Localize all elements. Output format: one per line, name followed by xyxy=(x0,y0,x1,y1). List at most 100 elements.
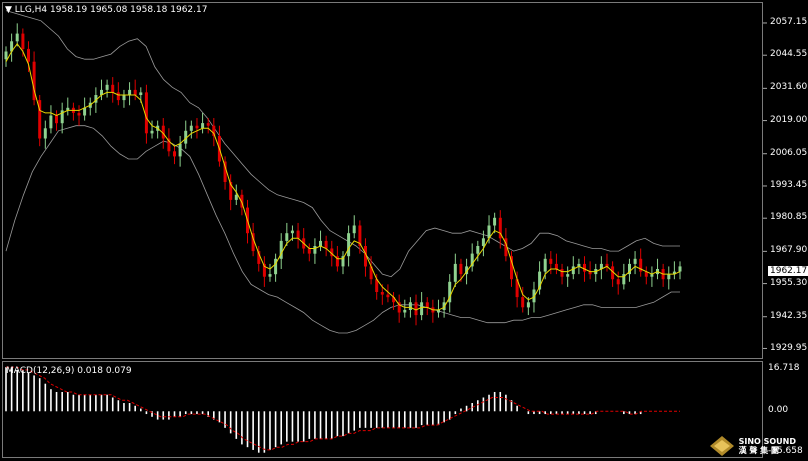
candle-body xyxy=(380,292,384,295)
candle-body xyxy=(116,92,120,101)
brand-logo: SINO SOUND 漢 聲 集 團 xyxy=(709,435,796,457)
candle-body xyxy=(403,309,407,313)
chart-canvas xyxy=(4,10,767,453)
candle-body xyxy=(493,217,497,226)
candle-body xyxy=(122,95,126,101)
price-tick-label: 2057.15 xyxy=(770,17,808,27)
upper-band-line xyxy=(5,10,680,278)
candle xyxy=(296,222,300,249)
candle xyxy=(302,228,306,254)
candle xyxy=(122,89,126,108)
candle xyxy=(105,79,109,98)
candle xyxy=(633,251,637,275)
candle xyxy=(313,238,317,264)
candle-body xyxy=(459,263,463,275)
candle xyxy=(369,256,373,285)
candle xyxy=(49,105,53,134)
candle xyxy=(341,251,345,275)
candle xyxy=(352,215,356,239)
candle-body xyxy=(15,33,19,42)
candle xyxy=(38,95,42,147)
candle-body xyxy=(150,130,154,134)
candle xyxy=(201,112,205,134)
macd-tick-label: 0.00 xyxy=(768,405,789,416)
candle xyxy=(195,118,199,139)
candle-body xyxy=(543,258,547,272)
candle-body xyxy=(144,92,148,134)
candle xyxy=(347,225,351,267)
candle xyxy=(60,102,64,134)
candle xyxy=(650,266,654,287)
candle xyxy=(554,253,558,275)
candle-body xyxy=(105,84,109,90)
candle-body xyxy=(667,274,671,280)
candle xyxy=(133,79,137,101)
price-tick-label: 1967.90 xyxy=(770,245,808,256)
candle xyxy=(262,256,266,287)
symbol-ohlc: LLG,H4 1958.19 1965.08 1958.18 1962.17 xyxy=(14,5,208,15)
candle xyxy=(678,261,682,280)
candle xyxy=(150,120,154,139)
logo-line-2: 漢 聲 集 團 xyxy=(738,446,779,455)
bollinger-bands xyxy=(5,10,680,334)
macd-histogram xyxy=(5,367,642,453)
candle-body xyxy=(633,258,637,264)
candle xyxy=(566,266,570,287)
candle-body xyxy=(521,297,525,308)
candle-body xyxy=(290,230,294,234)
price-tick-label: 1980.85 xyxy=(770,212,808,223)
candle-body xyxy=(178,143,182,157)
candle-body xyxy=(414,302,418,316)
y-ticks xyxy=(763,22,767,349)
lower-band-line xyxy=(5,125,680,334)
candle xyxy=(88,97,92,116)
symbol-header[interactable]: ▼ LLG,H4 1958.19 1965.08 1958.18 1962.17 xyxy=(5,5,207,15)
candle xyxy=(420,292,424,321)
candle-body xyxy=(583,263,586,272)
candle xyxy=(4,46,8,67)
price-tick-label: 1942.35 xyxy=(770,310,808,321)
candle-body xyxy=(268,274,272,277)
candle-body xyxy=(55,115,58,124)
candle-body xyxy=(554,263,558,269)
price-tick-label: 2019.00 xyxy=(770,114,808,125)
price-tick-label: 1955.30 xyxy=(770,277,808,288)
candle xyxy=(616,271,620,295)
candle xyxy=(77,105,81,126)
candle-body xyxy=(195,125,199,129)
candle-body xyxy=(616,279,620,285)
dropdown-caret-icon[interactable]: ▼ xyxy=(5,5,12,15)
candle xyxy=(43,120,47,149)
candle xyxy=(397,294,401,323)
candle-body xyxy=(408,302,412,310)
candle-body xyxy=(201,123,205,129)
chart-window: ▼ LLG,H4 1958.19 1965.08 1958.18 1962.17… xyxy=(0,0,808,461)
candle xyxy=(274,253,278,282)
candle-body xyxy=(285,233,289,241)
candles xyxy=(4,23,682,326)
candle xyxy=(644,266,648,285)
candle xyxy=(672,261,676,280)
candle xyxy=(32,51,36,106)
candle xyxy=(319,230,322,252)
candle-body xyxy=(27,48,30,62)
candle-body xyxy=(324,240,328,249)
macd-header: MACD(12,26,9) 0.018 0.079 xyxy=(6,366,132,376)
candle xyxy=(116,82,120,106)
candle-body xyxy=(307,248,311,254)
candle xyxy=(661,263,665,287)
candle-body xyxy=(571,266,575,275)
candle xyxy=(364,238,367,277)
candle xyxy=(66,97,70,116)
candle xyxy=(639,248,643,277)
candle-body xyxy=(139,92,143,95)
candle-body xyxy=(481,238,485,246)
price-tick-label: 2006.05 xyxy=(770,147,808,158)
candle xyxy=(560,263,564,285)
candle xyxy=(15,23,19,47)
candle-body xyxy=(111,84,115,93)
candle-body xyxy=(420,302,424,316)
candle xyxy=(223,156,227,190)
candle xyxy=(425,297,429,316)
candle-body xyxy=(453,263,457,282)
